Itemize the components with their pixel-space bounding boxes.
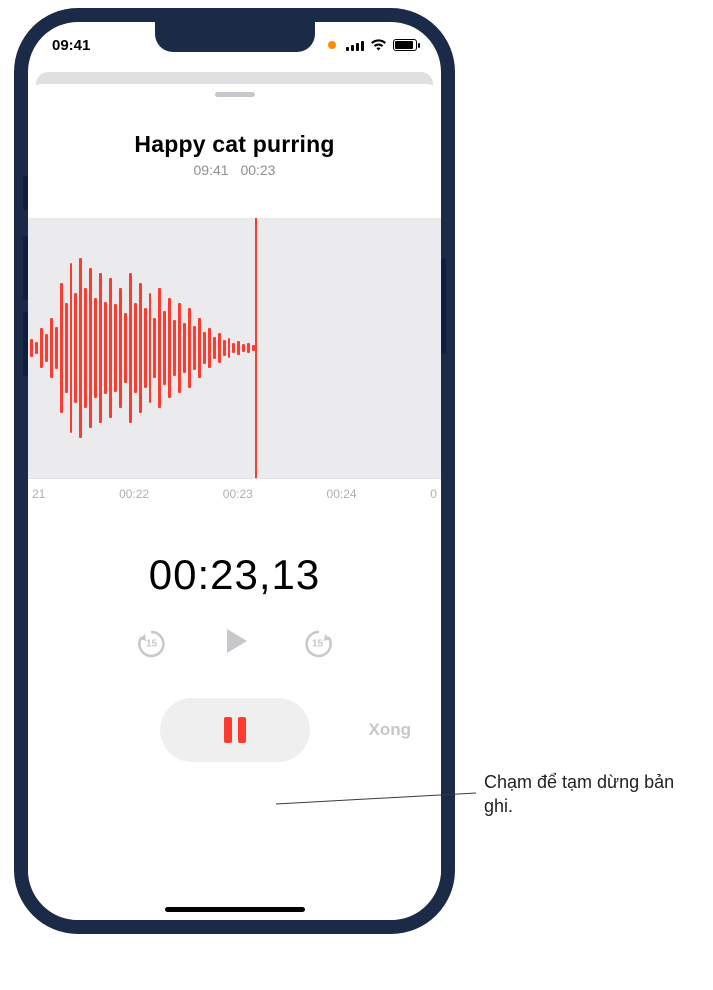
mic-active-dot-icon xyxy=(328,41,336,49)
home-indicator[interactable] xyxy=(165,907,305,912)
skip-back-15-button[interactable]: 15 xyxy=(135,627,169,661)
pause-icon xyxy=(224,717,246,743)
title-block: Happy cat purring 09:41 00:23 xyxy=(134,131,334,178)
skip-back-amount: 15 xyxy=(146,638,157,649)
tick-label: 00:23 xyxy=(223,487,253,501)
waveform-bars xyxy=(28,218,255,478)
callout-leader-line xyxy=(276,790,476,820)
recording-duration: 00:23 xyxy=(240,162,275,178)
tick-label: 00:22 xyxy=(119,487,149,501)
transport-controls: 15 15 xyxy=(135,623,335,664)
power-button xyxy=(441,258,446,354)
status-time: 09:41 xyxy=(52,37,90,54)
tick-label: 21 xyxy=(32,487,45,501)
elapsed-timer: 00:23,13 xyxy=(149,551,321,599)
recording-clock: 09:41 xyxy=(194,162,229,178)
tick-label: 0 xyxy=(430,487,437,501)
playhead-icon[interactable] xyxy=(255,218,257,478)
tick-label: 00:24 xyxy=(327,487,357,501)
play-button[interactable] xyxy=(217,623,253,664)
skip-forward-15-button[interactable]: 15 xyxy=(301,627,335,661)
status-right xyxy=(328,39,417,51)
callout-text: Chạm để tạm dừng bản ghi. xyxy=(484,770,704,819)
wifi-icon xyxy=(370,39,387,51)
pause-record-button[interactable] xyxy=(160,698,310,762)
notch xyxy=(155,22,315,52)
waveform-background xyxy=(28,218,441,478)
cellular-signal-icon xyxy=(346,39,364,51)
skip-forward-amount: 15 xyxy=(312,638,323,649)
bottom-row: Xong xyxy=(28,698,441,762)
waveform-area[interactable]: 21 00:22 00:23 00:24 0 xyxy=(28,218,441,501)
time-ticks: 21 00:22 00:23 00:24 0 xyxy=(28,478,441,501)
done-button[interactable]: Xong xyxy=(369,720,412,740)
sheet-grabber[interactable] xyxy=(215,92,255,97)
recording-subtitle: 09:41 00:23 xyxy=(134,162,334,178)
battery-icon xyxy=(393,39,417,51)
recording-title: Happy cat purring xyxy=(134,131,334,158)
screen: 09:41 Happy cat purring 09:41 xyxy=(28,22,441,920)
